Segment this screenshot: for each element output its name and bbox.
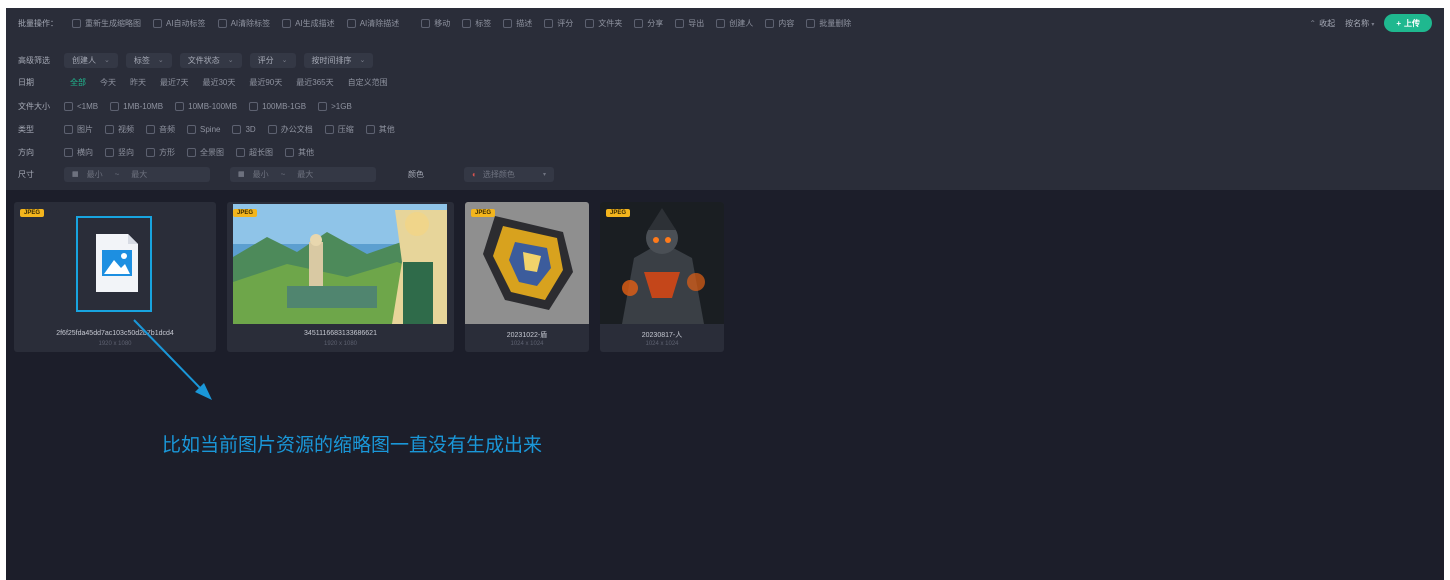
app-window: 批量操作： 重新生成缩略图 AI自动标签 AI清除标签 AI生成描述 AI清除描… (6, 8, 1444, 580)
annotation-text: 比如当前图片资源的缩略图一直没有生成出来 (162, 434, 543, 456)
annotation-arrow (133, 319, 212, 400)
